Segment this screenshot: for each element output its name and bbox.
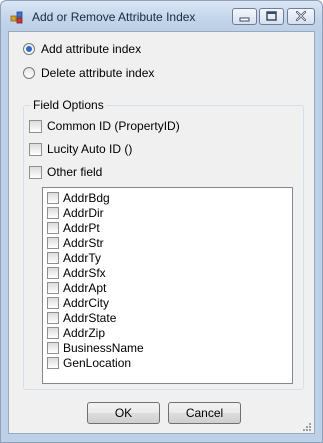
delete-index-radio[interactable] — [23, 67, 35, 79]
window-title: Add or Remove Attribute Index — [32, 10, 196, 24]
field-checkbox[interactable] — [47, 342, 59, 354]
field-label: BusinessName — [63, 341, 144, 355]
field-checkbox[interactable] — [47, 357, 59, 369]
field-options-label: Field Options — [31, 98, 106, 112]
field-checkbox[interactable] — [47, 237, 59, 249]
field-label: AddrStr — [63, 236, 104, 250]
minimize-icon — [239, 17, 250, 22]
list-item[interactable]: AddrTy — [47, 251, 101, 265]
field-options-group: Field Options Common ID (PropertyID) Luc… — [23, 98, 304, 390]
field-checkbox[interactable] — [47, 192, 59, 204]
list-item[interactable]: AddrSfx — [47, 266, 106, 280]
ok-button[interactable]: OK — [87, 402, 160, 424]
close-icon — [295, 10, 307, 22]
field-label: AddrState — [63, 311, 117, 325]
list-item[interactable]: AddrZip — [47, 326, 105, 340]
field-checkbox[interactable] — [47, 207, 59, 219]
list-item[interactable]: BusinessName — [47, 341, 144, 355]
resize-grip-icon[interactable] — [302, 421, 312, 431]
cancel-button[interactable]: Cancel — [168, 402, 241, 424]
field-checkbox[interactable] — [47, 252, 59, 264]
list-item[interactable]: AddrBdg — [47, 191, 110, 205]
field-checkbox[interactable] — [47, 267, 59, 279]
lucity-auto-id-checkbox[interactable] — [29, 142, 42, 156]
common-id-option[interactable]: Common ID (PropertyID) — [29, 119, 180, 133]
delete-index-option[interactable]: Delete attribute index — [23, 66, 154, 80]
minimize-button[interactable] — [232, 8, 257, 25]
field-checkbox[interactable] — [47, 282, 59, 294]
list-item[interactable]: AddrPt — [47, 221, 100, 235]
list-item[interactable]: AddrState — [47, 311, 116, 325]
list-item[interactable]: GenLocation — [47, 356, 131, 370]
list-item[interactable]: AddrStr — [47, 236, 104, 250]
add-index-label: Add attribute index — [41, 42, 142, 56]
lucity-auto-id-option[interactable]: Lucity Auto ID () — [29, 142, 132, 156]
list-item[interactable]: AddrDir — [47, 206, 104, 220]
field-checkbox[interactable] — [47, 327, 59, 339]
other-field-option[interactable]: Other field — [29, 165, 102, 179]
add-index-radio[interactable] — [23, 43, 35, 55]
lucity-auto-id-label: Lucity Auto ID () — [47, 142, 133, 156]
title-bar[interactable]: Add or Remove Attribute Index — [1, 1, 322, 31]
list-item[interactable]: AddrCity — [47, 296, 109, 310]
app-icon — [10, 10, 24, 24]
add-index-option[interactable]: Add attribute index — [23, 42, 141, 56]
field-label: AddrCity — [63, 296, 110, 310]
common-id-checkbox[interactable] — [29, 119, 42, 133]
field-label: AddrApt — [63, 281, 107, 295]
close-button[interactable] — [287, 8, 315, 25]
field-checkbox[interactable] — [47, 312, 59, 324]
maximize-button[interactable] — [259, 8, 284, 25]
field-label: AddrZip — [63, 326, 106, 340]
delete-index-label: Delete attribute index — [41, 66, 155, 80]
field-label: GenLocation — [63, 356, 132, 370]
common-id-label: Common ID (PropertyID) — [47, 119, 180, 133]
field-label: AddrPt — [63, 221, 100, 235]
field-checkbox[interactable] — [47, 222, 59, 234]
field-list[interactable]: AddrBdg AddrDir AddrPt AddrStr AddrTy Ad… — [42, 187, 293, 384]
field-checkbox[interactable] — [47, 297, 59, 309]
dialog-body: Add attribute index Delete attribute ind… — [8, 31, 315, 434]
other-field-label: Other field — [47, 165, 103, 179]
maximize-icon — [266, 11, 277, 21]
field-label: AddrTy — [63, 251, 102, 265]
list-item[interactable]: AddrApt — [47, 281, 106, 295]
field-label: AddrSfx — [63, 266, 106, 280]
field-label: AddrBdg — [63, 191, 110, 205]
field-label: AddrDir — [63, 206, 104, 220]
other-field-checkbox[interactable] — [29, 165, 42, 179]
dialog-window: Add or Remove Attribute Index Add attrib… — [0, 0, 323, 443]
